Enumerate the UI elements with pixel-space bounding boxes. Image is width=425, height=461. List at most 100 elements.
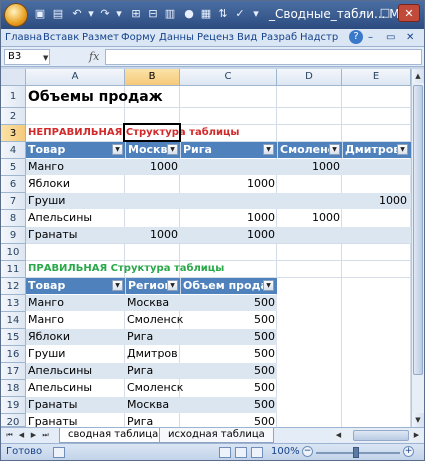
row-header-16[interactable]: 16 [1, 346, 26, 363]
worksheet-grid[interactable]: A B C D E 1 2 3 4 5 6 7 8 9 10 11 12 13 … [1, 69, 411, 428]
filter-dropdown-icon[interactable]: ▼ [263, 144, 274, 155]
scroll-up-icon[interactable]: ▲ [412, 69, 424, 83]
redo-dropdown-icon[interactable]: ▾ [112, 7, 126, 21]
customize-toolbar-icon[interactable]: ▾ [249, 7, 263, 21]
row-header-8[interactable]: 8 [1, 210, 26, 227]
wrong-cell-c9[interactable]: 1000 [180, 227, 277, 243]
wrong-cell-b9[interactable]: 1000 [125, 227, 180, 243]
tab-layout[interactable]: Размет [82, 31, 119, 45]
wrong-cell-a9[interactable]: Гранаты [26, 227, 79, 243]
right-cell-a14[interactable]: Манго [26, 312, 66, 328]
row-header-3[interactable]: 3 [1, 125, 26, 142]
row-header-20[interactable]: 20 [1, 414, 26, 428]
row-header-7[interactable]: 7 [1, 193, 26, 210]
column-header-c[interactable]: C [180, 69, 277, 86]
filter-dropdown-icon[interactable]: ▼ [263, 280, 274, 291]
page-layout-view-icon[interactable] [235, 447, 247, 458]
row-header-13[interactable]: 13 [1, 295, 26, 312]
row-header-14[interactable]: 14 [1, 312, 26, 329]
vertical-scrollbar[interactable]: ▲ ▼ [411, 69, 424, 427]
maximize-button[interactable]: □ [374, 4, 396, 22]
tab-developer[interactable]: Разраб [261, 31, 297, 45]
ribbon-minimize-icon[interactable]: – [368, 31, 373, 45]
sheet-tab-pivot[interactable]: сводная таблица [59, 428, 168, 443]
name-box[interactable]: B3 ▼ [4, 49, 50, 65]
wrong-cell-d5[interactable]: 1000 [277, 159, 342, 175]
filter-dropdown-icon[interactable]: ▼ [167, 144, 178, 155]
right-cell-c15[interactable]: 500 [180, 329, 277, 345]
table-icon[interactable]: ⊞ [129, 7, 143, 21]
right-cell-b19[interactable]: Москва [125, 397, 171, 413]
row-header-5[interactable]: 5 [1, 159, 26, 176]
zoom-level[interactable]: 100% [271, 446, 300, 457]
sort-icon[interactable]: ⇅ [216, 7, 230, 21]
column-header-b[interactable]: B [125, 69, 180, 86]
chevron-down-icon[interactable]: ▼ [43, 51, 48, 65]
right-cell-b16[interactable]: Дмитров [125, 346, 180, 362]
right-cell-a19[interactable]: Гранаты [26, 397, 79, 413]
filter-dropdown-icon[interactable]: ▼ [112, 280, 123, 291]
right-cell-c14[interactable]: 500 [180, 312, 277, 328]
office-button[interactable] [4, 3, 28, 27]
row-header-17[interactable]: 17 [1, 363, 26, 380]
tab-formulas[interactable]: Форму [121, 31, 156, 45]
save-icon[interactable]: ▣ [33, 7, 47, 21]
row-header-11[interactable]: 11 [1, 261, 26, 278]
tab-view[interactable]: Вид [237, 31, 257, 45]
wrong-cell-a6[interactable]: Яблоки [26, 176, 72, 192]
scroll-left-icon[interactable]: ◀ [333, 429, 344, 442]
select-all-corner[interactable] [1, 69, 26, 86]
filter-dropdown-icon[interactable]: ▼ [112, 144, 123, 155]
wrong-cell-a7[interactable]: Груши [26, 193, 67, 209]
macro-record-icon[interactable] [53, 447, 65, 458]
prev-sheet-icon[interactable]: ◀ [16, 429, 27, 442]
right-cell-c19[interactable]: 500 [180, 397, 277, 413]
calculator-icon[interactable]: ▦ [199, 7, 213, 21]
undo-dropdown-icon[interactable]: ▾ [84, 7, 98, 21]
right-cell-b18[interactable]: Смоленск [125, 380, 185, 396]
zoom-in-icon[interactable]: + [403, 446, 414, 457]
row-header-1[interactable]: 1 [1, 86, 26, 108]
scroll-down-icon[interactable]: ▼ [412, 413, 424, 427]
right-cell-c17[interactable]: 500 [180, 363, 277, 379]
right-cell-c13[interactable]: 500 [180, 295, 277, 311]
row-header-6[interactable]: 6 [1, 176, 26, 193]
right-cell-a18[interactable]: Апельсины [26, 380, 94, 396]
record-icon[interactable]: ● [182, 7, 196, 21]
row-header-4[interactable]: 4 [1, 142, 26, 159]
tab-review[interactable]: Реценз [197, 31, 234, 45]
right-cell-b17[interactable]: Рига [125, 363, 155, 379]
tab-home[interactable]: Главна [5, 31, 42, 45]
scroll-right-icon[interactable]: ▶ [411, 429, 422, 442]
redo-icon[interactable]: ↷ [98, 7, 112, 21]
wrong-cell-a5[interactable]: Манго [26, 159, 66, 175]
wrong-cell-c8[interactable]: 1000 [180, 210, 277, 226]
row-header-10[interactable]: 10 [1, 244, 26, 261]
spell-check-icon[interactable]: ✓ [233, 7, 247, 21]
undo-icon[interactable]: ↶ [70, 7, 84, 21]
zoom-out-icon[interactable]: − [302, 446, 313, 457]
row-header-9[interactable]: 9 [1, 227, 26, 244]
last-sheet-icon[interactable]: ⏭ [40, 429, 51, 442]
wrong-cell-e7[interactable]: 1000 [342, 193, 409, 209]
filter-dropdown-icon[interactable]: ▼ [167, 280, 178, 291]
tab-data[interactable]: Данны [159, 31, 194, 45]
column-header-a[interactable]: A [26, 69, 125, 86]
formula-input[interactable] [105, 49, 422, 65]
zoom-slider-handle[interactable] [353, 447, 359, 458]
right-cell-b14[interactable]: Смоленск [125, 312, 185, 328]
wrong-cell-b5[interactable]: 1000 [125, 159, 180, 175]
help-icon[interactable]: ? [349, 30, 363, 44]
row-header-2[interactable]: 2 [1, 108, 26, 125]
insert-row-icon[interactable]: ⊟ [146, 7, 160, 21]
column-header-e[interactable]: E [342, 69, 411, 86]
horizontal-scrollbar[interactable]: ◀ ▶ [331, 429, 423, 442]
tab-addins[interactable]: Надстр [300, 31, 338, 45]
wrong-cell-c6[interactable]: 1000 [180, 176, 277, 192]
scroll-thumb[interactable] [413, 85, 423, 375]
right-cell-a17[interactable]: Апельсины [26, 363, 94, 379]
normal-view-icon[interactable] [219, 447, 231, 458]
wrong-cell-d8[interactable]: 1000 [277, 210, 342, 226]
right-cell-b15[interactable]: Рига [125, 329, 155, 345]
close-button[interactable]: ✕ [398, 4, 420, 22]
